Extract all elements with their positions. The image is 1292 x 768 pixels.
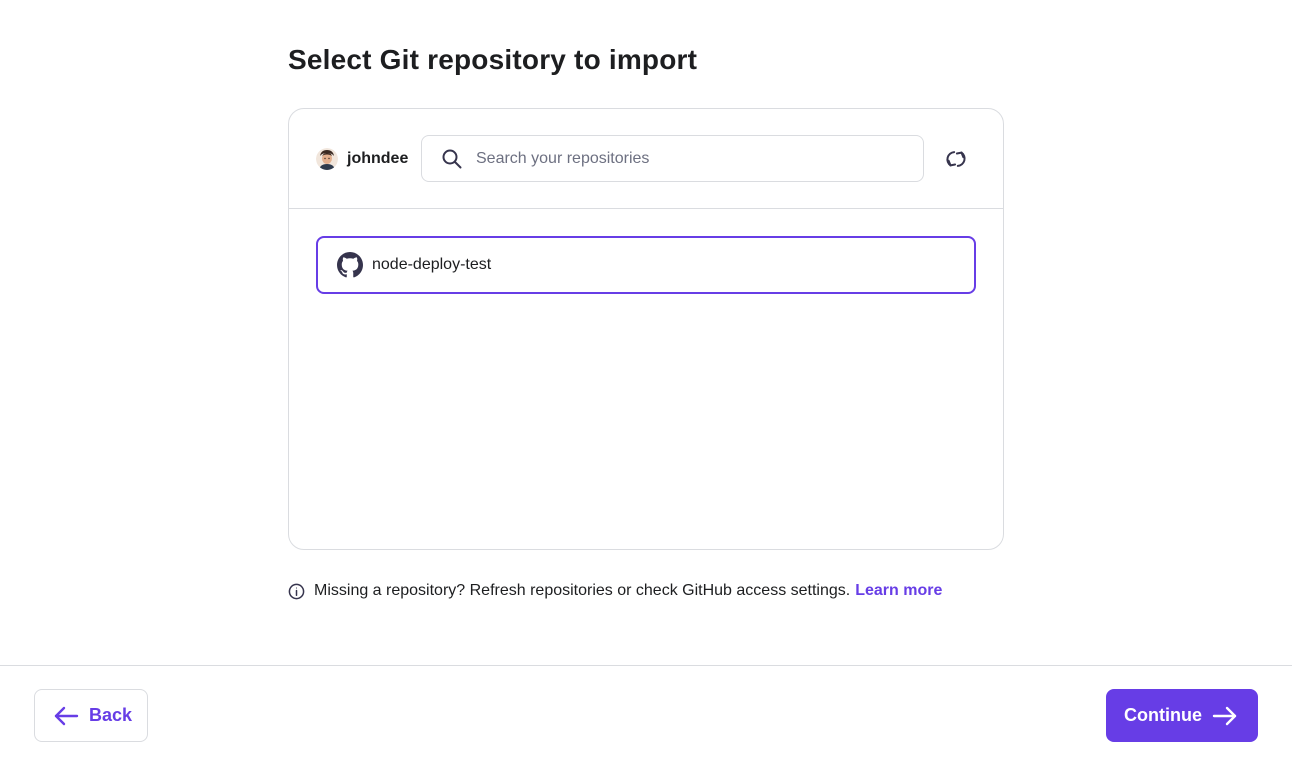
search-input[interactable] [476,143,906,174]
info-icon [288,583,305,599]
back-button[interactable]: Back [34,689,148,742]
refresh-icon [946,151,966,167]
hint-text: Missing a repository? Refresh repositori… [314,582,851,599]
avatar [316,148,338,170]
account-username: johndee [347,150,409,167]
learn-more-link[interactable]: Learn more [855,582,942,600]
repository-card: johndee node-deploy-test [288,108,1004,550]
continue-button-label: Continue [1124,705,1202,725]
repository-name: node-deploy-test [372,256,492,273]
arrow-left-icon [54,706,79,725]
search-box[interactable] [421,135,924,182]
back-button-label: Back [89,705,133,725]
account-selector[interactable]: johndee [316,147,408,171]
refresh-button[interactable] [943,146,969,172]
repository-list-item[interactable]: node-deploy-test [316,236,976,294]
github-icon [337,252,363,278]
page-title: Select Git repository to import [288,44,698,75]
continue-button[interactable]: Continue [1106,689,1258,742]
arrow-right-icon [1212,706,1237,725]
footer-divider [0,665,1292,666]
missing-repository-hint: Missing a repository? Refresh repositori… [288,580,942,602]
repository-card-header: johndee [289,109,1003,209]
search-icon [442,149,462,168]
